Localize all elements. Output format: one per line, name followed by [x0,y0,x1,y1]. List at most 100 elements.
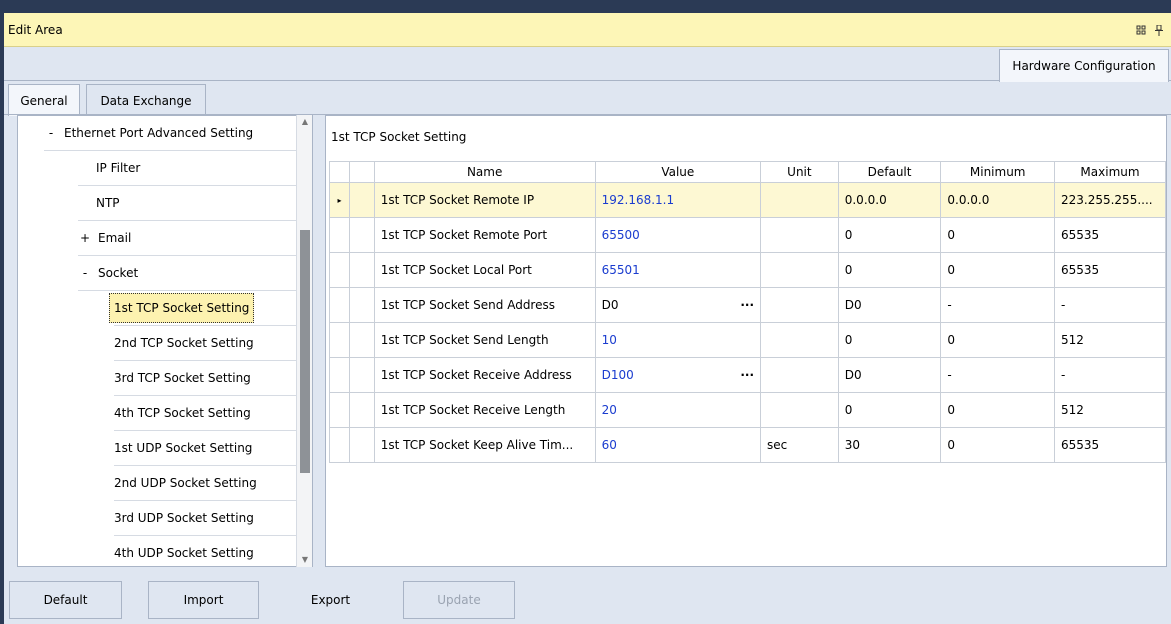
header-value[interactable]: Value [594,161,762,183]
cell-unit: sec [760,427,839,463]
import-button[interactable]: Import [148,581,259,619]
tree-item-4th-udp-socket-setting[interactable]: 4th UDP Socket Setting [114,536,312,566]
row-indicator [329,392,350,428]
cell-unit [760,182,839,218]
tree-item-3rd-tcp-socket-setting[interactable]: 3rd TCP Socket Setting [114,361,312,396]
cell-maximum: 65535 [1053,427,1167,463]
tree-item-1st-udp-socket-setting[interactable]: 1st UDP Socket Setting [114,431,312,466]
cell-minimum: 0 [940,217,1055,253]
scroll-down-arrow-icon[interactable]: ▼ [297,553,313,567]
header-name[interactable]: Name [373,161,596,183]
collapse-icon[interactable]: - [44,126,58,140]
cell-minimum: 0 [940,392,1055,428]
tab-hardware-configuration[interactable]: Hardware Configuration [999,49,1169,82]
edit-area-title: Edit Area [8,22,63,37]
tree-item-ethernet-port-advanced-setting[interactable]: - Ethernet Port Advanced Setting [44,116,312,151]
header-unit[interactable]: Unit [760,161,839,183]
cell-maximum: - [1053,357,1167,393]
ellipsis-button[interactable]: ··· [740,368,754,382]
tree-item-email[interactable]: + Email [78,221,312,256]
cell-value[interactable]: 20 [594,392,762,428]
cell-default: 0 [837,322,942,358]
tree-item-3rd-udp-socket-setting[interactable]: 3rd UDP Socket Setting [114,501,312,536]
cell-name: 1st TCP Socket Send Address [373,287,596,323]
cell-minimum: 0.0.0.0 [940,182,1055,218]
tree-item-1st-tcp-socket-setting[interactable]: 1st TCP Socket Setting [109,291,312,326]
sub-tabstrip: General Data Exchange [4,81,1171,116]
restore-icon[interactable] [1135,24,1147,36]
table-row[interactable]: ▸ 1st TCP Socket Remote IP 192.168.1.1 0… [329,182,1167,218]
table-row[interactable]: 1st TCP Socket Local Port 65501 0 0 6553… [329,252,1167,288]
header-minimum[interactable]: Minimum [940,161,1055,183]
row-indicator-icon: ▸ [329,182,350,218]
ellipsis-button[interactable]: ··· [740,298,754,312]
cell-value[interactable]: 192.168.1.1 [594,182,762,218]
tree-item-2nd-tcp-socket-setting[interactable]: 2nd TCP Socket Setting [114,326,312,361]
cell-maximum: 512 [1053,322,1167,358]
table-row[interactable]: 1st TCP Socket Keep Alive Tim... 60 sec … [329,427,1167,463]
expand-icon[interactable]: + [78,231,92,245]
header-maximum[interactable]: Maximum [1053,161,1167,183]
default-button[interactable]: Default [9,581,122,619]
row-indicator [329,357,350,393]
tab-general[interactable]: General [8,84,80,116]
pin-icon[interactable] [1153,24,1165,36]
tree-item-ntp[interactable]: NTP [78,186,312,221]
cell-maximum: - [1053,287,1167,323]
cell-name: 1st TCP Socket Send Length [373,322,596,358]
grid-header-row: Name Value Unit Default Minimum Maximum [329,161,1167,183]
tab-data-exchange[interactable]: Data Exchange [86,84,206,116]
tree-scrollbar[interactable]: ▲ ▼ [296,115,312,567]
tree-item-4th-tcp-socket-setting[interactable]: 4th TCP Socket Setting [114,396,312,431]
cell-value-text: D100 [601,368,634,382]
cell-unit [760,217,839,253]
cell-minimum: - [940,287,1055,323]
cell-minimum: 0 [940,252,1055,288]
cell-value[interactable]: 65501 [594,252,762,288]
table-row[interactable]: 1st TCP Socket Send Length 10 0 0 512 [329,322,1167,358]
collapse-icon[interactable]: - [78,266,92,280]
settings-tree: - Ethernet Port Advanced Setting IP Filt… [17,115,313,567]
cell-default: D0 [837,287,942,323]
scroll-thumb[interactable] [300,230,310,473]
cell-maximum: 65535 [1053,252,1167,288]
cell-minimum: 0 [940,322,1055,358]
tree-item-socket[interactable]: - Socket [78,256,312,291]
settings-panel: 1st TCP Socket Setting Name Value Unit D… [325,115,1167,567]
cell-value[interactable]: D100 ··· [594,357,762,393]
table-row[interactable]: 1st TCP Socket Receive Address D100 ··· … [329,357,1167,393]
row-gap [348,217,375,253]
cell-name: 1st TCP Socket Remote IP [373,182,596,218]
cell-unit [760,252,839,288]
cell-unit [760,287,839,323]
update-button[interactable]: Update [403,581,515,619]
cell-value[interactable]: 60 [594,427,762,463]
cell-maximum: 512 [1053,392,1167,428]
header-gap [348,161,375,183]
cell-value[interactable]: D0 ··· [594,287,762,323]
row-gap [348,357,375,393]
cell-value[interactable]: 10 [594,322,762,358]
cell-unit [760,392,839,428]
top-tabstrip: Hardware Configuration [4,47,1171,82]
cell-name: 1st TCP Socket Remote Port [373,217,596,253]
export-button[interactable]: Export [284,581,377,619]
tree-item-2nd-udp-socket-setting[interactable]: 2nd UDP Socket Setting [114,466,312,501]
table-row[interactable]: 1st TCP Socket Remote Port 65500 0 0 655… [329,217,1167,253]
header-default[interactable]: Default [837,161,942,183]
cell-unit [760,357,839,393]
cell-maximum: 223.255.255.... [1053,182,1167,218]
row-indicator [329,322,350,358]
scroll-up-arrow-icon[interactable]: ▲ [297,115,313,129]
table-row[interactable]: 1st TCP Socket Send Address D0 ··· D0 - … [329,287,1167,323]
edit-area-titlebar: Edit Area [4,13,1171,47]
cell-value[interactable]: 65500 [594,217,762,253]
row-indicator [329,252,350,288]
cell-minimum: 0 [940,427,1055,463]
cell-name: 1st TCP Socket Keep Alive Tim... [373,427,596,463]
cell-minimum: - [940,357,1055,393]
cell-name: 1st TCP Socket Local Port [373,252,596,288]
table-row[interactable]: 1st TCP Socket Receive Length 20 0 0 512 [329,392,1167,428]
cell-default: 30 [837,427,942,463]
tree-item-ip-filter[interactable]: IP Filter [78,151,312,186]
